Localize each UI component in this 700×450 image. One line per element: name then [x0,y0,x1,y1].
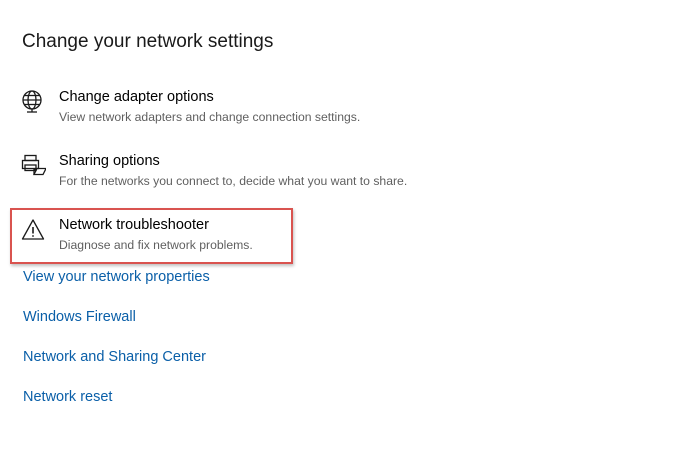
view-network-properties-link[interactable]: View your network properties [23,269,210,285]
network-reset-link[interactable]: Network reset [23,389,112,405]
windows-firewall-link[interactable]: Windows Firewall [23,309,136,325]
change-adapter-options-description: View network adapters and change connect… [59,110,361,124]
sharing-options-item[interactable]: Sharing options For the networks you con… [20,153,460,197]
network-troubleshooter-item[interactable]: Network troubleshooter Diagnose and fix … [20,217,460,261]
network-troubleshooter-title: Network troubleshooter [59,217,209,233]
change-adapter-options-title: Change adapter options [59,89,214,105]
warning-icon [20,217,46,243]
sharing-options-description: For the networks you connect to, decide … [59,174,408,188]
change-adapter-options-item[interactable]: Change adapter options View network adap… [20,89,460,133]
page-title: Change your network settings [22,31,274,52]
globe-network-icon [20,89,46,115]
sharing-icon [20,153,46,179]
network-and-sharing-center-link[interactable]: Network and Sharing Center [23,349,206,365]
sharing-options-title: Sharing options [59,153,160,169]
network-troubleshooter-description: Diagnose and fix network problems. [59,238,253,252]
